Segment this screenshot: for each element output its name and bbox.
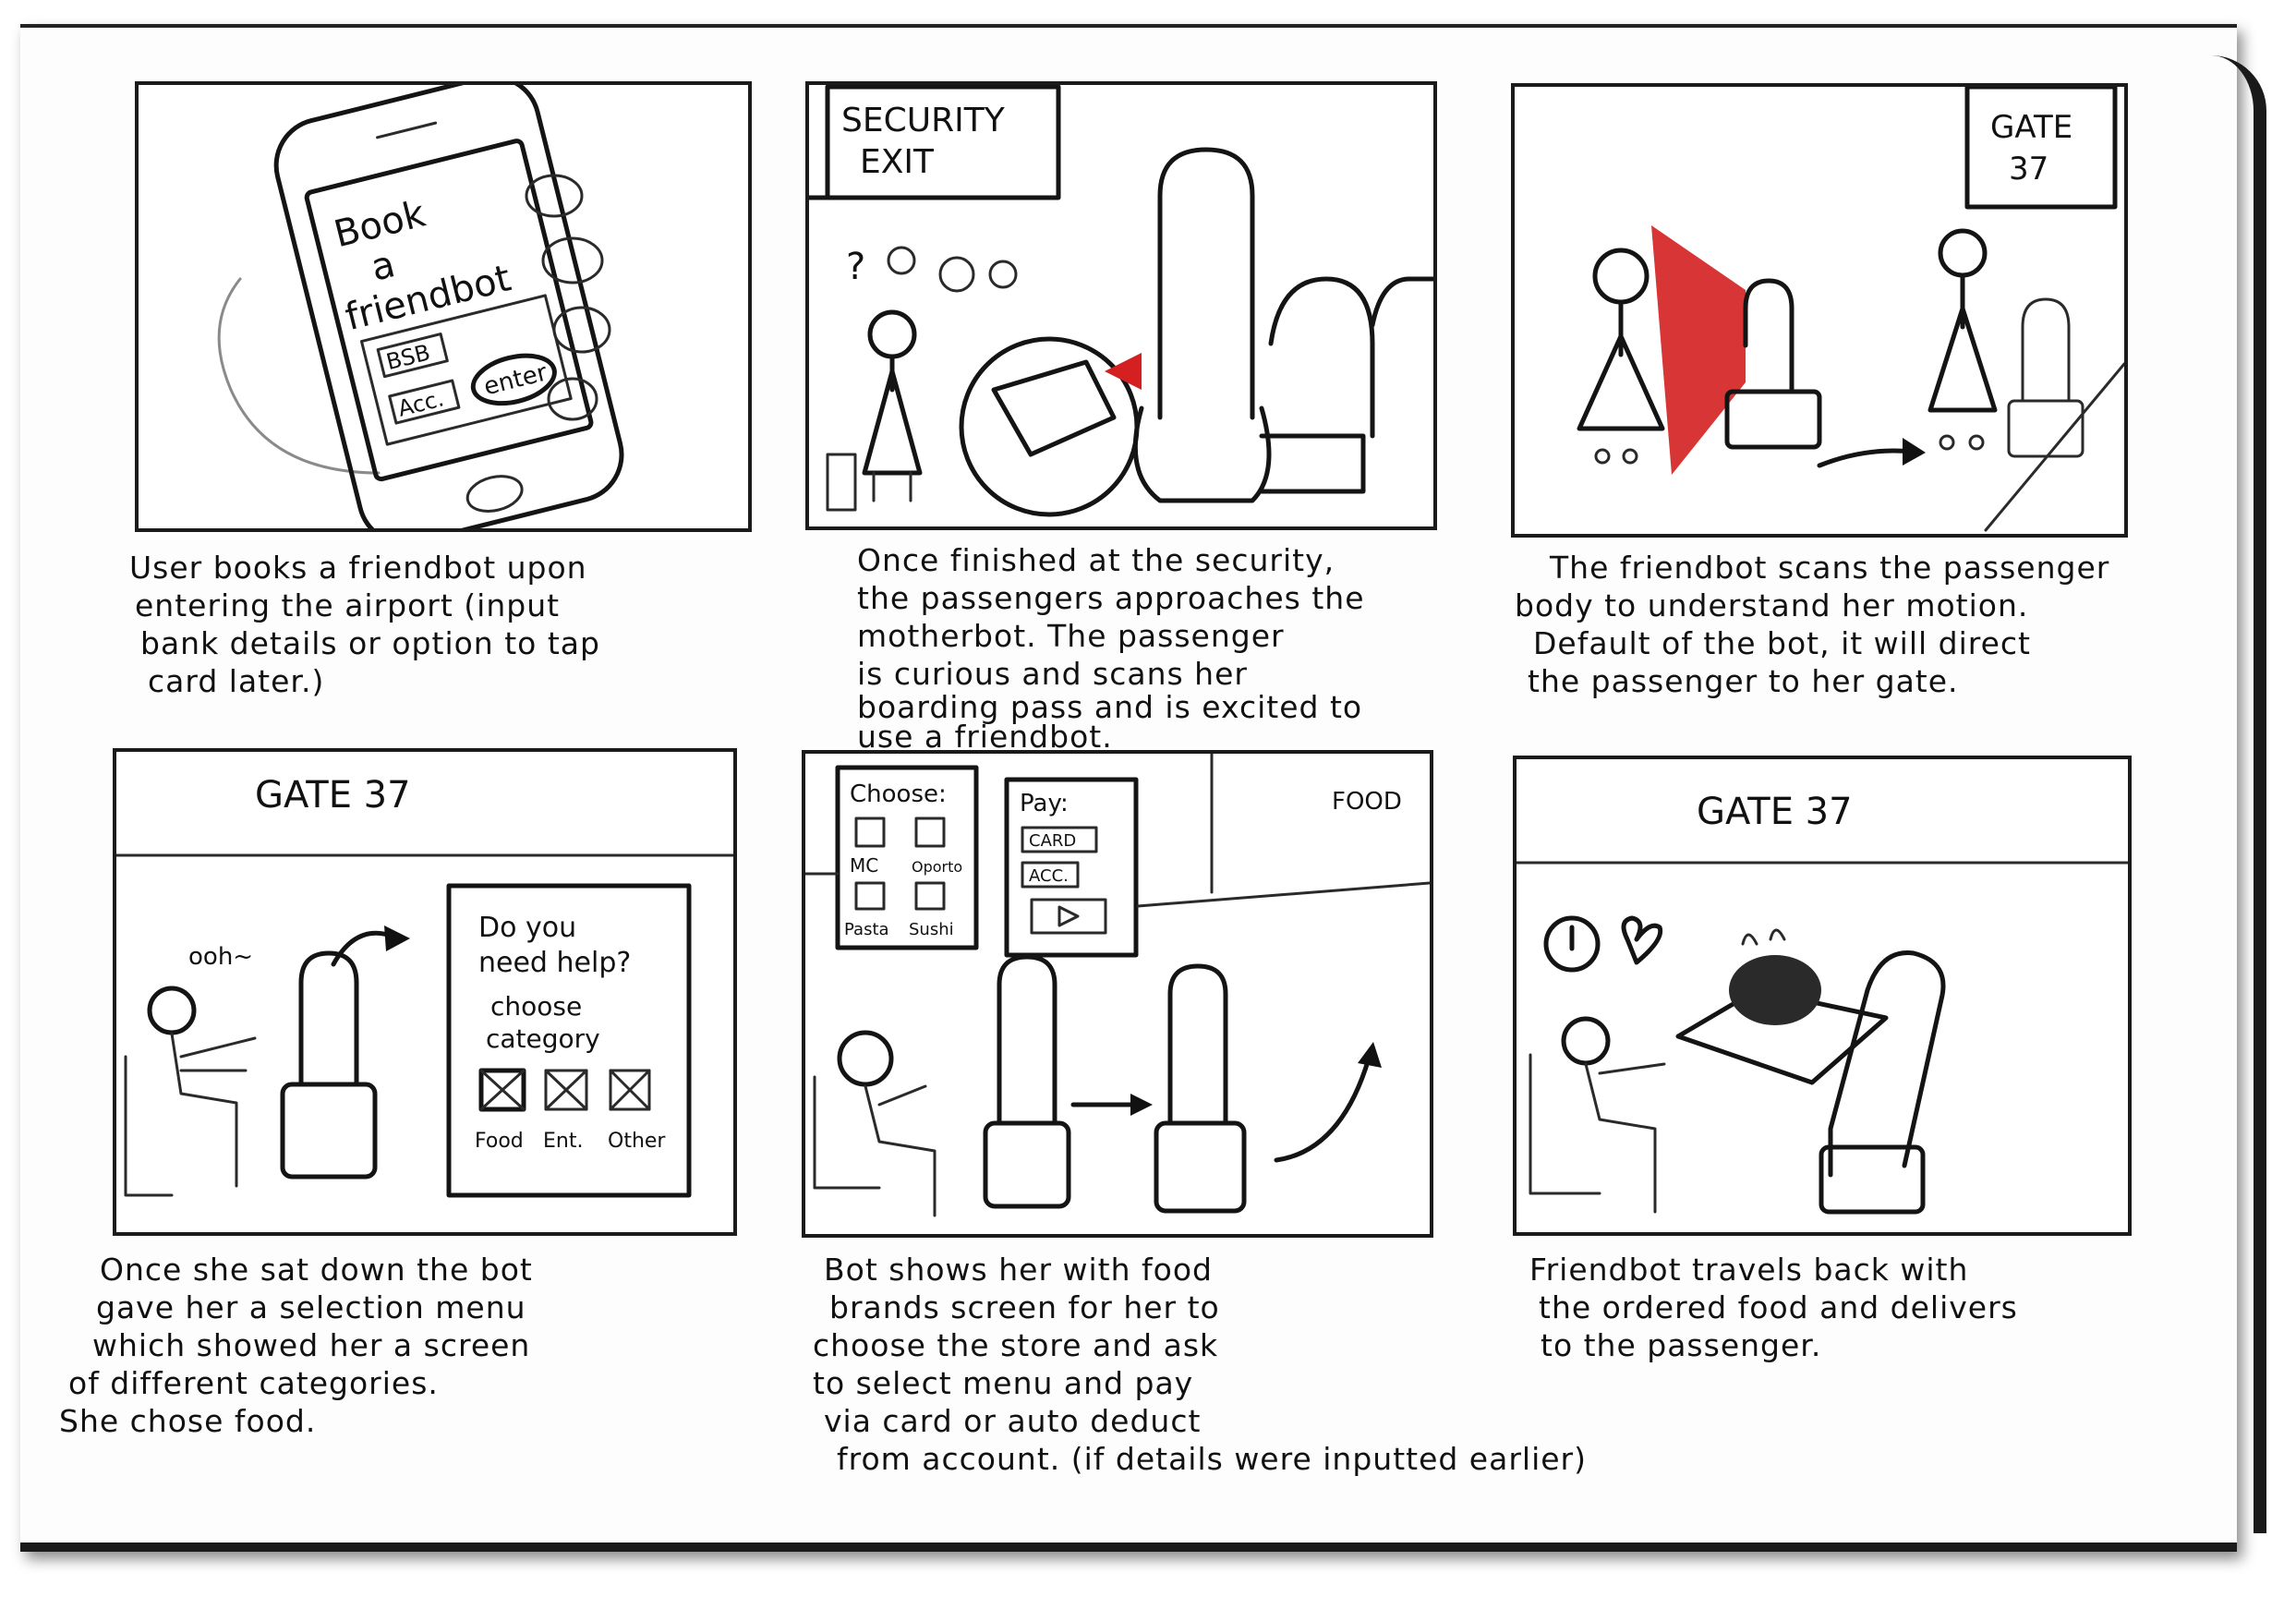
caption-line: entering the airport (input [135, 587, 561, 623]
security-sign-line-1: SECURITY [841, 102, 1006, 139]
panel-2-drawing: SECURITY EXIT ? [809, 85, 1433, 517]
screen-title-line-3: friendbot [341, 257, 514, 339]
brand-sushi: Sushi [909, 920, 954, 939]
panel-5-caption: Bot shows her with food brands screen fo… [813, 1251, 1587, 1478]
caption-line: Bot shows her with food [824, 1252, 1213, 1288]
speech-text: ooh~ [188, 943, 253, 971]
caption-line: which showed her a screen [92, 1327, 531, 1363]
caption-line: card later.) [148, 663, 325, 699]
lightbulb-icon [887, 246, 916, 275]
caption-line: use a friendbot. [857, 719, 1113, 755]
category-ent-checkbox[interactable] [544, 1069, 588, 1111]
panel-1-caption: User books a friendbot upon entering the… [129, 549, 600, 700]
magnifier-icon [959, 336, 1140, 517]
security-sign-line-2: EXIT [860, 143, 935, 181]
scan-beam [1651, 225, 1746, 475]
gate-label: GATE 37 [1697, 791, 1853, 833]
brand-pasta-checkbox[interactable] [854, 881, 886, 911]
category-other-checkbox[interactable] [609, 1069, 651, 1111]
brand-sushi-checkbox[interactable] [914, 881, 946, 911]
gate-sign-line-1: GATE [1990, 109, 2072, 146]
smile-face-icon [988, 260, 1018, 289]
food-sign: FOOD [1332, 788, 1402, 816]
pay-acc-label: ACC. [1029, 866, 1069, 886]
caption-line: The friendbot scans the passenger [1550, 550, 2110, 586]
screen-line-1: Do you [478, 912, 576, 944]
play-icon [1057, 905, 1080, 927]
category-food-checkbox[interactable] [478, 1068, 526, 1112]
caption-line: to select menu and pay [813, 1365, 1194, 1401]
panel-3-drawing: GATE 37 [1577, 87, 2124, 532]
caption-line: User books a friendbot upon [129, 550, 587, 586]
panel-3-body-scan: GATE 37 [1511, 83, 2128, 538]
pay-label: Pay: [1020, 790, 1069, 817]
brand-pasta: Pasta [844, 920, 889, 939]
screen-line-2: need help? [478, 947, 631, 979]
food-dish [1729, 955, 1821, 1025]
caption-line: Once finished at the security, [857, 542, 1335, 578]
panel-1-book-friendbot: Book a friendbot BSB Acc. enter [135, 81, 752, 532]
screen-title-line-2: a [367, 243, 399, 290]
bsb-label: BSB [383, 339, 432, 375]
caption-line: motherbot. The passenger [857, 618, 1285, 654]
notebook-edge [2198, 55, 2266, 1533]
caption-line: She chose food. [59, 1403, 317, 1439]
panel-1-drawing: Book a friendbot BSB Acc. enter [217, 85, 624, 528]
panel-3-caption: The friendbot scans the passenger body t… [1515, 549, 2109, 700]
caption-line: body to understand her motion. [1515, 587, 2029, 623]
panel-5-drawing: Choose: MC Oporto Pasta Sushi Pay: CARD … [805, 754, 1430, 1217]
category-food-label: Food [475, 1130, 524, 1153]
caption-line: Friendbot travels back with [1529, 1252, 1969, 1288]
caption-line: gave her a selection menu [96, 1289, 526, 1325]
panel-6-drawing: GATE 37 [1517, 791, 2128, 1215]
pay-card-label: CARD [1029, 831, 1076, 851]
panel-4-selection-menu: GATE 37 ooh~ Do you need help? choose ca… [113, 748, 737, 1236]
category-other-label: Other [608, 1130, 666, 1153]
caption-line: from account. (if details were inputted … [837, 1441, 1587, 1477]
category-ent-label: Ent. [543, 1130, 583, 1153]
caption-line: is curious and scans her [857, 656, 1248, 692]
panel-2-security-motherbot: SECURITY EXIT ? [805, 81, 1437, 530]
panel-6-caption: Friendbot travels back with the ordered … [1529, 1251, 2018, 1364]
caption-line: the ordered food and delivers [1539, 1289, 2018, 1325]
brand-oporto-checkbox[interactable] [914, 817, 946, 848]
screen-line-3: choose [490, 991, 582, 1022]
panel-2-caption: Once finished at the security, the passe… [857, 541, 1365, 752]
panel-5-food-brands: Choose: MC Oporto Pasta Sushi Pay: CARD … [802, 750, 1433, 1238]
caption-line: brands screen for her to [829, 1289, 1220, 1325]
acc-label: Acc. [395, 385, 446, 421]
panel-4-caption: Once she sat down the bot gave her a sel… [59, 1251, 533, 1440]
gate-sign-line-2: 37 [2009, 151, 2048, 188]
brand-mc: MC [850, 854, 878, 877]
caption-line: of different categories. [68, 1365, 439, 1401]
caption-line: Default of the bot, it will direct [1533, 625, 2031, 661]
caption-line: bank details or option to tap [140, 625, 600, 661]
heart-icon [1621, 915, 1663, 965]
caption-line: to the passenger. [1541, 1327, 1822, 1363]
panel-6-delivery: GATE 37 [1513, 756, 2132, 1236]
surprised-face-icon [938, 256, 975, 293]
caption-line: the passengers approaches the [857, 580, 1365, 616]
caption-line: choose the store and ask [813, 1327, 1219, 1363]
screen-line-4: category [486, 1023, 600, 1054]
caption-line: Once she sat down the bot [100, 1252, 533, 1288]
brand-oporto: Oporto [912, 858, 962, 876]
panel-4-drawing: GATE 37 ooh~ Do you need help? choose ca… [116, 774, 733, 1198]
caption-line: the passenger to her gate. [1528, 663, 1959, 699]
question-icon: ? [846, 246, 865, 288]
choose-label: Choose: [850, 780, 947, 808]
brand-mc-checkbox[interactable] [854, 817, 886, 848]
pay-confirm-button[interactable] [1030, 898, 1107, 935]
gate-label: GATE 37 [255, 774, 411, 817]
caption-line: via card or auto deduct [824, 1403, 1202, 1439]
